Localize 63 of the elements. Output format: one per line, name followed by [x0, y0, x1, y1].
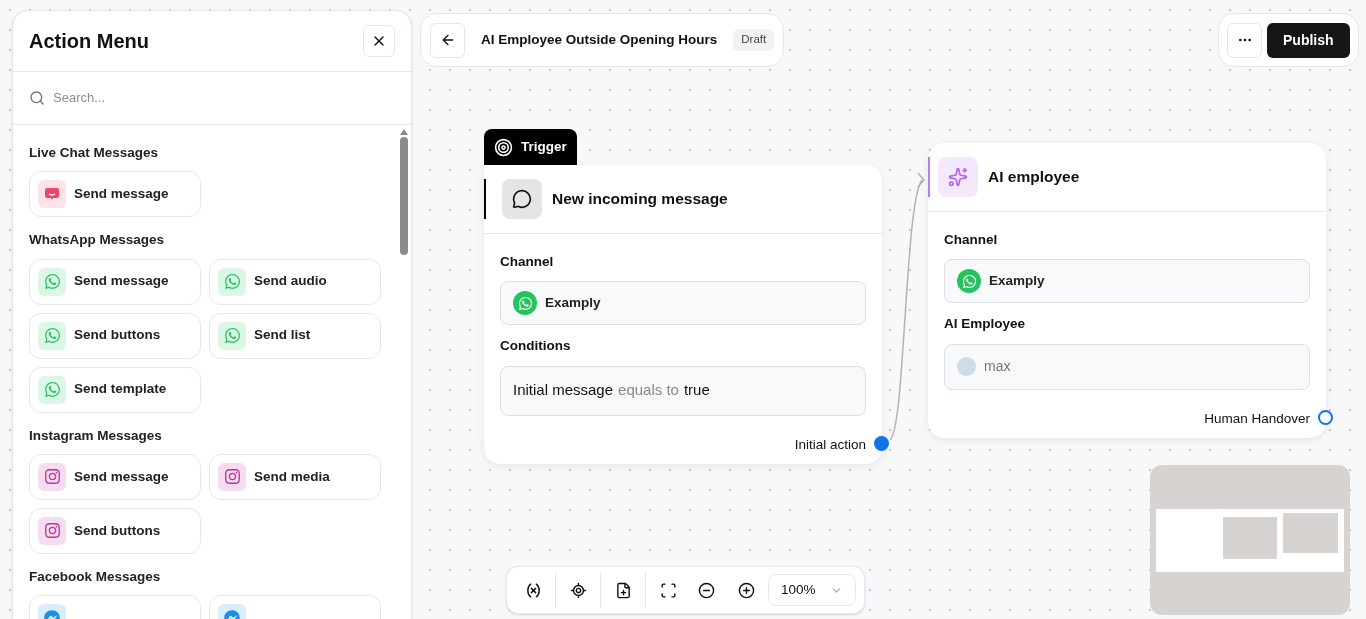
node-title: AI employee: [988, 167, 1080, 188]
channel-field[interactable]: Examply: [500, 281, 866, 326]
search-field[interactable]: Search...: [53, 88, 395, 108]
instagram-icon: [38, 516, 66, 545]
target-icon: [494, 137, 513, 157]
sparkles-icon: [938, 157, 978, 197]
node-title: New incoming message: [552, 189, 728, 210]
section-title: WhatsApp Messages: [29, 231, 166, 250]
status-badge: Draft: [733, 29, 775, 51]
zoom-out-icon: [697, 581, 715, 599]
condition-operator: equals to: [618, 380, 679, 401]
scrollbar-thumb[interactable]: [400, 137, 408, 255]
variable-icon: [524, 581, 542, 599]
locate-icon: [569, 581, 587, 599]
search-icon: [29, 90, 45, 106]
whatsapp-icon: [38, 375, 66, 404]
back-button[interactable]: [430, 22, 465, 58]
field-label: Channel: [944, 231, 999, 249]
trigger-node[interactable]: New incoming message Channel Examply Conditions Initial message equals to true Initial action: [484, 165, 882, 464]
action-item[interactable]: Send list: [209, 312, 381, 359]
ai-employee-node[interactable]: AI employee Channel Examply AI Employee max Human Handover: [928, 143, 1326, 438]
action-item[interactable]: Send message: [29, 171, 201, 218]
avatar-icon: [957, 357, 976, 376]
action-item[interactable]: Send template: [29, 366, 201, 413]
chat-bubble-icon: [38, 180, 66, 209]
section-title: Instagram Messages: [29, 426, 163, 445]
zoom-in-icon: [737, 581, 755, 599]
field-label: AI Employee: [944, 315, 1027, 334]
employee-field[interactable]: max: [944, 343, 1310, 390]
workflow-title: AI Employee Outside Opening Hours: [481, 30, 718, 49]
output-label: Human Handover: [1204, 409, 1310, 428]
condition-value: true: [683, 380, 710, 401]
condition-box[interactable]: Initial message equals to true: [500, 365, 866, 416]
whatsapp-icon: [38, 321, 66, 350]
action-item[interactable]: Send message: [29, 453, 201, 500]
close-button[interactable]: [363, 25, 395, 57]
action-item[interactable]: Send media: [209, 453, 381, 500]
panel-title: Action Menu: [29, 29, 149, 54]
action-item[interactable]: Send buttons: [29, 507, 201, 554]
section-title: Live Chat Messages: [29, 144, 160, 162]
field-label: Channel: [500, 253, 555, 271]
condition-field: Initial message: [513, 379, 614, 402]
section-title: Facebook Messages: [29, 567, 162, 586]
channel-field[interactable]: Examply: [944, 259, 1310, 304]
whatsapp-icon: [218, 321, 246, 350]
output-label: Initial action: [794, 435, 866, 454]
fit-view-icon: [659, 581, 677, 599]
action-item[interactable]: Send audio: [209, 258, 381, 305]
whatsapp-icon: [513, 291, 537, 316]
publish-button[interactable]: Publish: [1267, 22, 1350, 58]
trigger-tag: Trigger: [484, 129, 577, 165]
zoom-select[interactable]: 100%: [768, 574, 856, 606]
scroll-up-icon[interactable]: [400, 129, 408, 135]
field-label: Conditions: [500, 337, 572, 356]
instagram-icon: [38, 462, 66, 491]
file-plus-icon: [614, 581, 632, 599]
whatsapp-icon: [957, 269, 981, 294]
instagram-icon: [218, 462, 246, 491]
chat-icon: [502, 179, 542, 219]
action-item[interactable]: Send buttons: [29, 312, 201, 359]
whatsapp-icon: [218, 267, 246, 296]
action-item[interactable]: Send message: [29, 258, 201, 305]
whatsapp-icon: [38, 267, 66, 296]
